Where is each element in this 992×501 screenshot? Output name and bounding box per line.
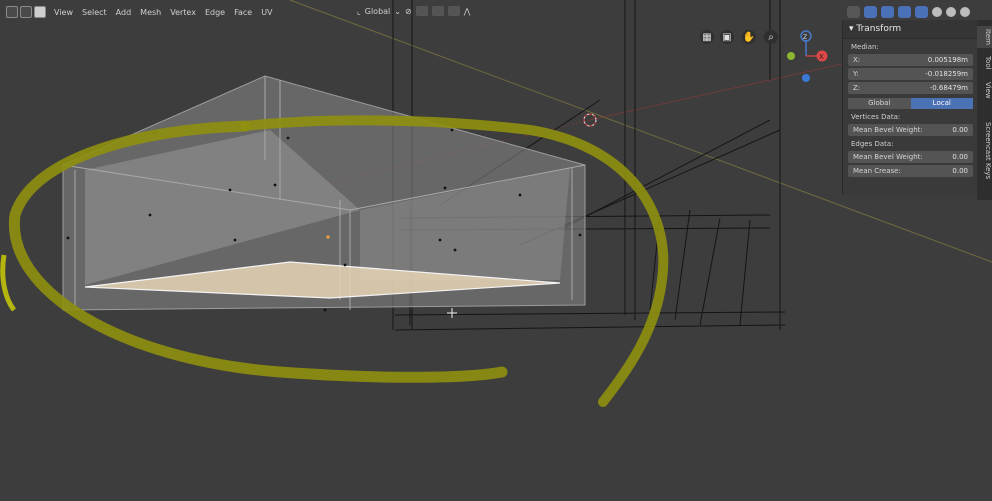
gizmo-z-label: Z <box>803 34 807 41</box>
hand-icon[interactable]: ✋ <box>742 30 756 44</box>
active-vertex <box>326 235 330 239</box>
vertex-select-icon[interactable] <box>6 6 18 18</box>
menu-select[interactable]: Select <box>82 8 107 17</box>
x-field[interactable]: X: 0.005198m <box>848 54 973 66</box>
camera-icon[interactable]: ▣ <box>720 30 734 44</box>
tab-view[interactable]: View <box>977 78 992 102</box>
gizmo-x-label: X <box>819 53 824 61</box>
y-value: -0.018259m <box>925 70 968 78</box>
transform-panel-header[interactable]: ▾ Transform <box>843 20 977 39</box>
z-label: Z: <box>853 84 861 92</box>
orientation-icon: ⌞ <box>357 6 361 16</box>
y-label: Y: <box>853 70 859 78</box>
gizmo-toggle-icon[interactable] <box>864 6 877 18</box>
panel-title: Transform <box>856 24 902 34</box>
edge-bevel-label: Mean Bevel Weight: <box>853 153 923 161</box>
edges-data-label: Edges Data: <box>851 140 894 148</box>
face-select-icon[interactable] <box>34 6 46 18</box>
edge-select-icon[interactable] <box>20 6 32 18</box>
edge-bevel-field[interactable]: Mean Bevel Weight: 0.00 <box>848 151 973 163</box>
mouse-cursor-icon <box>447 308 457 318</box>
global-button[interactable]: Global <box>848 98 911 109</box>
mesh-box[interactable] <box>62 75 586 312</box>
3d-viewport[interactable]: Z X View Select Add Mesh Vertex Edge Fac… <box>0 0 992 501</box>
edge-bevel-value: 0.00 <box>952 153 968 161</box>
falloff-icon[interactable]: ⋀ <box>464 7 471 16</box>
menu-add[interactable]: Add <box>116 8 132 17</box>
visibility-icon[interactable] <box>847 6 860 18</box>
header-menu: View Select Add Mesh Vertex Edge Face UV <box>54 8 282 17</box>
snap-target-icon[interactable] <box>431 6 444 16</box>
gizmo-y <box>787 52 795 60</box>
solid-shading-icon[interactable] <box>932 7 942 17</box>
menu-uv[interactable]: UV <box>261 8 272 17</box>
wireframe-shading-icon[interactable] <box>915 6 928 18</box>
overlay-toggle-icon[interactable] <box>881 6 894 18</box>
menu-vertex[interactable]: Vertex <box>170 8 196 17</box>
proportional-edit-icon[interactable] <box>447 6 460 16</box>
vertex-bevel-field[interactable]: Mean Bevel Weight: 0.00 <box>848 124 973 136</box>
tab-screencast-keys[interactable]: Screencast Keys <box>977 106 992 196</box>
rendered-shading-icon[interactable] <box>960 7 970 17</box>
material-shading-icon[interactable] <box>946 7 956 17</box>
z-value: -0.68479m <box>929 84 968 92</box>
navigation-gizmo[interactable]: Z X <box>787 30 828 82</box>
viewport-shading-tools <box>847 6 970 18</box>
sidebar-panel: ▾ Transform Median: X: 0.005198m Y: -0.018… <box>842 20 977 195</box>
chevron-down-icon: ⌄ <box>394 6 401 16</box>
crease-value: 0.00 <box>952 167 968 175</box>
x-label: X: <box>853 56 861 64</box>
space-toggle: Global Local <box>848 98 973 109</box>
orientation-dropdown[interactable]: Global <box>365 7 391 16</box>
xray-toggle-icon[interactable] <box>898 6 911 18</box>
local-button[interactable]: Local <box>910 98 973 109</box>
grid-icon[interactable]: ▦ <box>700 30 714 44</box>
menu-edge[interactable]: Edge <box>205 8 225 17</box>
pivot-icon[interactable]: ⊘ <box>405 7 412 16</box>
gizmo-neg-z <box>802 74 810 82</box>
menu-mesh[interactable]: Mesh <box>140 8 161 17</box>
tab-item[interactable]: Item <box>977 26 992 48</box>
y-field[interactable]: Y: -0.018259m <box>848 68 973 80</box>
select-mode-group[interactable] <box>6 6 48 18</box>
z-field[interactable]: Z: -0.68479m <box>848 82 973 94</box>
vertex-bevel-label: Mean Bevel Weight: <box>853 126 923 134</box>
annotation-stroke-3 <box>0 254 17 312</box>
median-label: Median: <box>851 43 879 51</box>
zoom-icon[interactable]: ⌕ <box>764 30 778 44</box>
tab-tool[interactable]: Tool <box>977 52 992 74</box>
menu-face[interactable]: Face <box>234 8 252 17</box>
crease-label: Mean Crease: <box>853 167 901 175</box>
vertices-data-label: Vertices Data: <box>851 113 901 121</box>
menu-view[interactable]: View <box>54 8 73 17</box>
red-axis-line-2 <box>589 59 861 121</box>
sidebar-tabs: Item Tool View Screencast Keys <box>977 20 992 200</box>
transform-tools: ⌞ Global ⌄ ⊘ ⋀ <box>357 6 470 16</box>
vertex-bevel-value: 0.00 <box>952 126 968 134</box>
x-value: 0.005198m <box>927 56 968 64</box>
crease-field[interactable]: Mean Crease: 0.00 <box>848 165 973 177</box>
snap-icon[interactable] <box>415 6 428 16</box>
